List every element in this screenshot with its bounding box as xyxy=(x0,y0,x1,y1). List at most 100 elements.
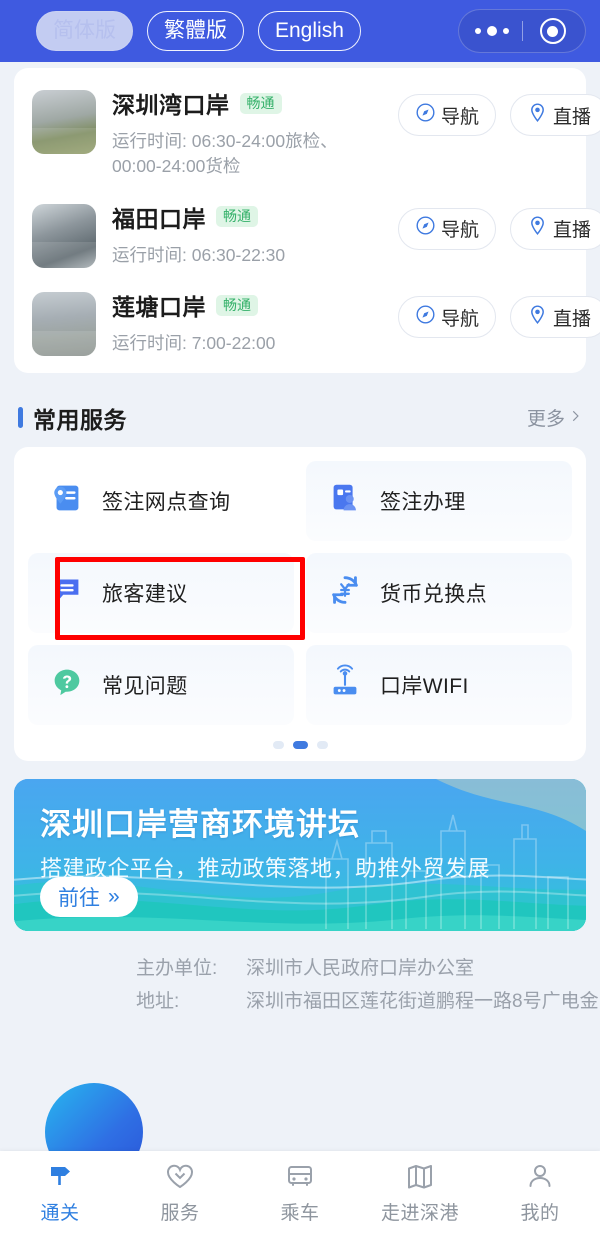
service-item-passenger-suggestion[interactable]: 旅客建议 xyxy=(28,552,294,633)
person-icon xyxy=(524,1159,556,1193)
port-thumbnail xyxy=(32,203,96,268)
lang-option-english[interactable]: English xyxy=(258,10,361,52)
live-label: 直播 xyxy=(552,106,591,128)
banner-cta-label: 前往 xyxy=(58,886,100,910)
service-item-port-wifi[interactable]: 口岸WIFI xyxy=(306,644,572,725)
ports-card: 深圳湾口岸 畅通 运行时间: 06:30-24:00旅检、00:00-24:00… xyxy=(14,68,600,373)
double-chevron-right-icon: » xyxy=(108,884,120,908)
navigate-button[interactable]: 导航 xyxy=(397,94,496,136)
map-icon xyxy=(404,1159,436,1193)
tab-label: 走进深港 xyxy=(380,1203,459,1224)
service-label: 口岸WIFI xyxy=(380,674,469,698)
footer-key: 主办单位: xyxy=(136,957,218,979)
live-label: 直播 xyxy=(552,220,591,242)
status-badge: 畅通 xyxy=(239,92,282,114)
app-header: 简体版 繁體版 English xyxy=(0,0,600,62)
chevron-right-icon xyxy=(568,407,582,429)
service-label: 旅客建议 xyxy=(102,582,188,606)
service-label: 常见问题 xyxy=(102,674,188,698)
chat-bubble-icon xyxy=(48,571,86,614)
service-item-endorsement-handling[interactable]: 签注办理 xyxy=(306,460,572,541)
service-item-endorsement-outlet-query[interactable]: 签注网点查询 xyxy=(28,460,294,541)
port-row[interactable]: 深圳湾口岸 畅通 运行时间: 06:30-24:00旅检、00:00-24:00… xyxy=(14,72,600,186)
navigate-button[interactable]: 导航 xyxy=(397,296,496,339)
compass-icon xyxy=(415,215,436,242)
port-hours: 运行时间: 06:30-24:00旅检、00:00-24:00货检 xyxy=(112,131,338,177)
navigate-label: 导航 xyxy=(440,106,479,128)
live-camera-icon xyxy=(527,304,548,331)
port-hours: 运行时间: 06:30-22:30 xyxy=(112,244,286,265)
footer-info: 主办单位: 深圳市人民政府口岸办公室 地址: 深圳市福田区莲花街道鹏程一路8号广… xyxy=(0,953,600,1013)
tab-transport[interactable]: 乘车 xyxy=(240,1151,360,1233)
service-label: 签注办理 xyxy=(380,490,466,514)
miniprogram-capsule[interactable] xyxy=(458,9,586,53)
pager-dot-active[interactable] xyxy=(292,740,308,749)
card-pin-icon xyxy=(48,479,86,522)
port-hours: 运行时间: 7:00-22:00 xyxy=(112,333,276,354)
heart-service-icon xyxy=(164,1159,196,1193)
pager-dot[interactable] xyxy=(316,740,328,749)
port-name: 深圳湾口岸 xyxy=(112,92,230,118)
services-pager[interactable] xyxy=(28,740,572,749)
pager-dot[interactable] xyxy=(272,740,284,749)
question-bubble-icon xyxy=(48,663,86,706)
services-grid: 签注网点查询 签注办理 旅客建议 货币兑换点 常见问题 口岸WIFI xyxy=(28,460,572,725)
compass-icon xyxy=(415,304,436,331)
port-thumbnail xyxy=(32,90,96,154)
banner-title: 深圳口岸营商环境讲坛 xyxy=(40,806,360,842)
bottom-tab-bar: 通关 服务 乘车 走进深港 我的 xyxy=(0,1151,600,1233)
banner-cta-button[interactable]: 前往 » xyxy=(40,876,138,917)
service-label: 签注网点查询 xyxy=(102,490,231,514)
footer-value: 深圳市福田区莲花街道鹏程一路8号广电金 xyxy=(246,990,599,1012)
tab-profile[interactable]: 我的 xyxy=(480,1151,600,1233)
live-camera-icon xyxy=(527,102,548,129)
footer-key: 地址: xyxy=(136,990,180,1012)
lang-option-traditional[interactable]: 繁體版 xyxy=(147,10,244,52)
bus-icon xyxy=(284,1159,316,1193)
port-thumbnail xyxy=(32,292,96,357)
status-badge: 畅通 xyxy=(216,206,258,228)
tab-label: 我的 xyxy=(520,1203,560,1224)
target-circle-icon[interactable] xyxy=(523,18,583,44)
page-scroll-area[interactable]: 深圳湾口岸 畅通 运行时间: 06:30-24:00旅检、00:00-24:00… xyxy=(0,62,600,1233)
page-title: 常用服务 xyxy=(33,406,127,433)
services-section-header: 常用服务 更多 xyxy=(18,401,582,435)
lang-option-simplified[interactable]: 简体版 xyxy=(36,10,133,52)
tab-customs-clearance[interactable]: 通关 xyxy=(0,1151,120,1233)
tab-label: 乘车 xyxy=(280,1203,320,1224)
footer-line: 主办单位: 深圳市人民政府口岸办公室 xyxy=(136,953,600,980)
tab-explore-shenzhen-hk[interactable]: 走进深港 xyxy=(360,1151,480,1233)
compass-icon xyxy=(415,102,436,129)
section-accent-bar xyxy=(18,407,23,428)
navigate-button[interactable]: 导航 xyxy=(397,207,496,250)
port-row[interactable]: 福田口岸 畅通 运行时间: 06:30-22:30 导航 直播 xyxy=(14,186,600,274)
port-row[interactable]: 莲塘口岸 畅通 运行时间: 7:00-22:00 导航 直播 xyxy=(14,274,600,362)
status-badge: 畅通 xyxy=(216,294,258,316)
live-button[interactable]: 直播 xyxy=(509,207,600,250)
live-camera-icon xyxy=(527,215,548,242)
footer-value: 深圳市人民政府口岸办公室 xyxy=(246,957,475,979)
service-item-currency-exchange[interactable]: 货币兑换点 xyxy=(306,552,572,633)
signpost-icon xyxy=(44,1159,76,1193)
language-switcher: 简体版 繁體版 English xyxy=(36,10,361,52)
tab-services[interactable]: 服务 xyxy=(120,1151,240,1233)
tab-label: 通关 xyxy=(40,1203,80,1224)
id-person-icon xyxy=(326,479,364,522)
live-button[interactable]: 直播 xyxy=(509,296,600,339)
tab-label: 服务 xyxy=(160,1203,200,1224)
service-label: 货币兑换点 xyxy=(380,582,487,606)
navigate-label: 导航 xyxy=(440,220,479,242)
live-button[interactable]: 直播 xyxy=(509,94,600,136)
currency-exchange-icon xyxy=(326,571,364,614)
port-name: 莲塘口岸 xyxy=(112,294,206,321)
more-label: 更多 xyxy=(526,409,565,430)
navigate-label: 导航 xyxy=(440,308,479,330)
footer-line: 地址: 深圳市福田区莲花街道鹏程一路8号广电金 xyxy=(136,986,600,1013)
live-label: 直播 xyxy=(552,308,591,330)
more-dots-icon[interactable] xyxy=(462,26,522,36)
services-more-link[interactable]: 更多 xyxy=(527,404,582,431)
wifi-router-icon xyxy=(326,663,364,706)
port-name: 福田口岸 xyxy=(112,205,206,232)
promo-banner[interactable]: 深圳口岸营商环境讲坛 搭建政企平台，推动政策落地，助推外贸发展 前往 » xyxy=(14,778,586,931)
service-item-faq[interactable]: 常见问题 xyxy=(28,644,294,725)
